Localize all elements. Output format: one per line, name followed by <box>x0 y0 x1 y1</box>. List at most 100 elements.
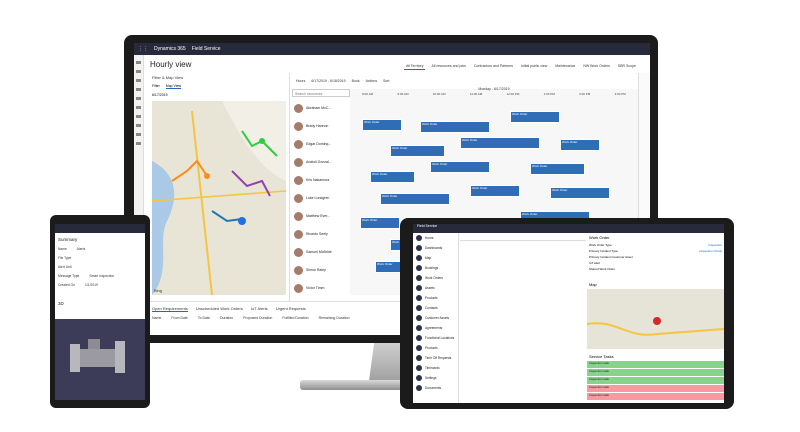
nav-item-label: Bookings <box>425 266 439 270</box>
sort-button[interactable]: Sort <box>383 79 389 83</box>
model-svg <box>70 339 125 373</box>
requirements-tab[interactable]: Unscheduled Work Orders <box>196 306 243 312</box>
nav-icon[interactable] <box>136 115 141 118</box>
resource-row[interactable]: Kris Nakamura <box>292 171 350 189</box>
tablet-nav-item[interactable]: Products <box>413 293 458 303</box>
resource-row[interactable]: Edgar Dominq... <box>292 135 350 153</box>
requirements-tab[interactable]: Open Requirements <box>152 306 188 312</box>
avatar <box>294 193 303 203</box>
view-tab[interactable]: Maintenance <box>553 63 577 70</box>
resource-row[interactable]: Simon Raley <box>292 261 350 279</box>
nav-icon[interactable] <box>136 133 141 136</box>
actions-button[interactable]: Actions <box>366 79 377 83</box>
tablet-map[interactable] <box>586 289 724 349</box>
nav-icon[interactable] <box>136 88 141 91</box>
module-name[interactable]: Field Service <box>192 46 221 52</box>
view-tab[interactable]: Contractors and Partners <box>472 63 515 70</box>
tablet-nav-item[interactable]: Timecards <box>413 363 458 373</box>
booking-bar[interactable]: Work Order <box>380 193 450 205</box>
view-tab[interactable]: NW Work Orders <box>581 63 612 70</box>
tablet-nav-item[interactable]: Assets <box>413 283 458 293</box>
resource-row[interactable]: Luke Lundgren <box>292 189 350 207</box>
booking-bar[interactable]: Work Order <box>430 161 490 173</box>
booking-bar[interactable]: Work Order <box>420 121 490 133</box>
work-order-fields: Work Order Type Inspection Primary Inciden… <box>587 242 724 272</box>
work-order-field[interactable]: Shared Work Order <box>587 266 724 272</box>
search-input[interactable]: Search resources <box>292 89 350 97</box>
booking-bar[interactable]: Work Order <box>470 185 520 197</box>
resource-row[interactable]: Matthew Ever... <box>292 207 350 225</box>
column-header[interactable]: Duration <box>220 316 233 320</box>
map[interactable]: Bing <box>152 101 286 295</box>
tablet-nav-item[interactable]: Dashboards <box>413 243 458 253</box>
resource-row[interactable]: Victor Timm <box>292 279 350 297</box>
booking-bar[interactable]: Work Order <box>390 145 445 157</box>
booking-bar[interactable]: Work Order <box>460 137 540 149</box>
filter-date[interactable]: 6/17/2019 <box>152 93 168 97</box>
nav-icon[interactable] <box>136 79 141 82</box>
column-header[interactable]: Fulfilled Duration <box>282 316 308 320</box>
view-tab[interactable]: All resources and jobs <box>429 63 467 70</box>
requirements-tab[interactable]: Urgent Requests <box>276 306 306 312</box>
tablet-nav-item[interactable]: Settings <box>413 373 458 383</box>
service-task[interactable]: Inspection task <box>587 377 724 384</box>
time-tick: 12:00 PM <box>506 92 520 96</box>
tablet-nav-item[interactable]: Agreements <box>413 323 458 333</box>
view-tab[interactable]: All Territory <box>404 63 426 70</box>
booking-bar[interactable]: Work Order <box>370 171 415 183</box>
service-task[interactable]: Inspection task <box>587 361 724 368</box>
tablet-nav-item[interactable]: Customer Assets <box>413 313 458 323</box>
field-label: Message Type <box>58 274 80 278</box>
service-task[interactable]: Inspection task <box>587 393 724 400</box>
nav-icon[interactable] <box>136 61 141 64</box>
booking-bar[interactable]: Work Order <box>550 187 610 199</box>
time-tick: 3:00 PM <box>614 92 626 96</box>
tablet-nav-item[interactable]: Documents <box>413 383 458 393</box>
booking-bar[interactable]: Work Order <box>560 139 600 151</box>
tablet-map-svg <box>586 289 724 349</box>
column-header[interactable]: Remaining Duration <box>319 316 350 320</box>
tablet-nav-item[interactable]: Contacts <box>413 303 458 313</box>
book-button[interactable]: Book <box>352 79 360 83</box>
resource-row[interactable]: Brady Hannon <box>292 117 350 135</box>
view-tab[interactable]: Initial public view <box>519 63 549 70</box>
hours-selector[interactable]: Hours <box>296 79 305 83</box>
tablet-nav-item[interactable]: Functional Locations <box>413 333 458 343</box>
resource-row[interactable]: Anatoli Gonzal... <box>292 153 350 171</box>
nav-icon[interactable] <box>136 97 141 100</box>
booking-bar[interactable]: Work Order <box>530 163 585 175</box>
3d-model-viewer[interactable] <box>55 319 145 400</box>
nav-item-icon <box>416 275 422 281</box>
filter-tab[interactable]: Filter <box>152 84 160 89</box>
booking-bar[interactable]: Work Order <box>510 111 560 123</box>
resource-row[interactable]: Abraham McC... <box>292 99 350 117</box>
column-header[interactable]: Name <box>152 316 161 320</box>
tablet-nav-item[interactable]: Time Off Requests <box>413 353 458 363</box>
map-view-tab[interactable]: Map View <box>165 84 182 89</box>
waffle-icon[interactable]: ⋮⋮ <box>138 46 148 52</box>
filter-panel: Filter & Map View Filter Map View 6/17/2… <box>148 73 290 335</box>
resource-row[interactable]: Ricardo Seely <box>292 225 350 243</box>
nav-icon[interactable] <box>136 70 141 73</box>
calendar-header <box>460 233 586 241</box>
tablet-nav-item[interactable]: Work Orders <box>413 273 458 283</box>
booking-bar[interactable]: Work Order <box>362 119 402 131</box>
nav-icon[interactable] <box>136 106 141 109</box>
column-header[interactable]: To Date <box>198 316 210 320</box>
resource-row[interactable]: Samuel McBride <box>292 243 350 261</box>
tablet-nav-item[interactable]: Home <box>413 233 458 243</box>
column-header[interactable]: Proposed Duration <box>243 316 272 320</box>
tablet-nav-item[interactable]: Map <box>413 253 458 263</box>
nav-icon[interactable] <box>136 142 141 145</box>
nav-item-label: Work Orders <box>425 276 444 280</box>
column-header[interactable]: From Date <box>171 316 188 320</box>
service-task[interactable]: Inspection task <box>587 369 724 376</box>
booking-bar[interactable]: Work Order <box>360 217 400 229</box>
nav-icon[interactable] <box>136 124 141 127</box>
tablet-nav-item[interactable]: Products <box>413 343 458 353</box>
requirements-tab[interactable]: IoT Alerts <box>251 306 268 312</box>
date-range[interactable]: 6/17/2019 - 6/18/2019 <box>311 79 345 83</box>
service-task[interactable]: Inspection task <box>587 385 724 392</box>
view-tab[interactable]: SBR Scope <box>616 63 638 70</box>
tablet-nav-item[interactable]: Bookings <box>413 263 458 273</box>
